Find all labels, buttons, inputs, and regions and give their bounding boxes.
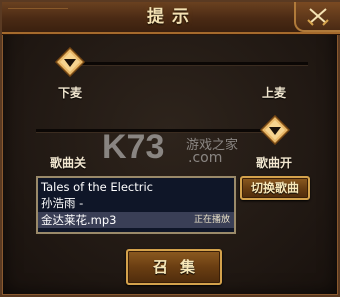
song-line-1: Tales of the Electric: [41, 180, 153, 194]
mic-off-label: 下麦: [58, 86, 83, 100]
summon-button[interactable]: 召集: [126, 249, 222, 285]
mic-slider-knob[interactable]: [55, 47, 85, 77]
k73-watermark: K73 游戏之家 .com: [102, 128, 252, 172]
song-line-3: 金达莱花.mp3: [41, 213, 117, 227]
close-button[interactable]: [294, 2, 340, 32]
music-slider-knob[interactable]: [260, 115, 290, 145]
diamond-knob-icon: [55, 47, 85, 77]
music-on-label: 歌曲开: [256, 156, 293, 170]
dialog-title: 提示: [147, 7, 197, 27]
mic-slider-track[interactable]: [68, 62, 308, 65]
song-line-3-row: 金达莱花.mp3 正在播放: [38, 212, 234, 228]
switch-song-button[interactable]: 切换歌曲: [240, 176, 310, 200]
diamond-knob-icon: [260, 115, 290, 145]
music-slider-track[interactable]: [36, 129, 280, 132]
watermark-brand: K73: [102, 128, 165, 166]
title-bar: 提示: [2, 2, 340, 34]
song-line-2: 孙浩雨 -: [41, 196, 84, 210]
watermark-domain: .com: [188, 150, 223, 166]
music-off-label: 歌曲关: [50, 156, 87, 170]
mic-on-label: 上麦: [262, 86, 287, 100]
watermark-text: 游戏之家: [186, 138, 239, 153]
crossed-swords-icon: [307, 8, 329, 26]
prompt-dialog: 提示 下麦 上麦 歌曲关 歌曲开 K73 游戏之家 .com Tales of …: [0, 0, 340, 297]
current-song-box: Tales of the Electric 孙浩雨 - 金达莱花.mp3 正在播…: [36, 176, 236, 234]
playing-status: 正在播放: [193, 215, 230, 225]
song-title-block: Tales of the Electric 孙浩雨 -: [41, 179, 235, 211]
